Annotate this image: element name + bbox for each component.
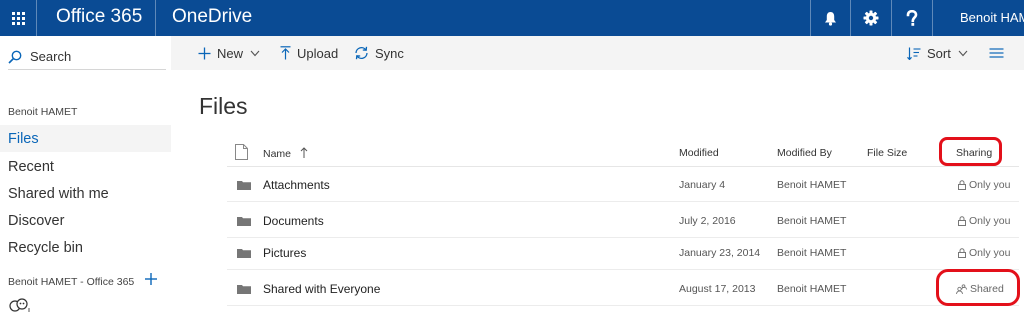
file-name[interactable]: Attachments [263, 178, 330, 192]
sharing-header-highlight [939, 137, 1002, 166]
file-row[interactable]: Attachments January 4 Benoit HAMET Only you [227, 168, 1019, 202]
header-divider [227, 166, 1019, 167]
page-title: Files [199, 93, 248, 119]
file-modified-by[interactable]: Benoit HAMET [777, 283, 846, 295]
bell-icon [824, 11, 836, 26]
nav-owner-heading: Benoit HAMET [8, 106, 78, 118]
file-name[interactable]: Shared with Everyone [263, 282, 380, 296]
divider [36, 0, 37, 36]
sort-label: Sort [927, 45, 951, 61]
folder-icon [237, 181, 251, 190]
file-row[interactable]: Pictures January 23, 2014 Benoit HAMET Only… [227, 236, 1019, 270]
file-sharing[interactable]: Only you [958, 179, 1010, 191]
column-header-name-label: Name [263, 148, 292, 160]
file-type-icon[interactable] [235, 144, 248, 160]
sync-button[interactable]: Sync [354, 36, 404, 70]
column-header-file-size[interactable]: File Size [867, 147, 907, 159]
sync-icon [355, 46, 368, 60]
divider [155, 0, 156, 36]
upload-button[interactable]: Upload [280, 36, 338, 70]
new-button[interactable]: New [198, 36, 260, 70]
file-sharing-label: Only you [969, 247, 1011, 259]
file-modified-by[interactable]: Benoit HAMET [777, 179, 846, 191]
lock-icon [958, 248, 966, 258]
settings-button[interactable] [851, 0, 891, 36]
gear-icon [863, 10, 879, 26]
chevron-down-icon [958, 50, 968, 56]
sort-icon [907, 47, 921, 60]
add-icon[interactable] [144, 272, 158, 286]
nav-item-recent[interactable]: Recent [0, 153, 171, 180]
file-row[interactable]: Documents July 2, 2016 Benoit HAMET Only yo… [227, 204, 1019, 238]
sort-ascending-icon [300, 147, 308, 158]
command-bar: New Upload Sync Sort [171, 36, 1024, 70]
help-button[interactable] [892, 0, 932, 36]
file-row[interactable]: Shared with Everyone August 17, 2013 Benoi… [227, 272, 1019, 306]
folder-icon [237, 249, 251, 258]
left-nav: Search Benoit HAMET Files Recent Shared … [0, 36, 171, 312]
nav-item-recycle-bin[interactable]: Recycle bin [0, 234, 171, 261]
file-sharing[interactable]: Only you [958, 215, 1010, 227]
file-modified: January 4 [679, 179, 726, 191]
waffle-icon [11, 11, 25, 25]
file-modified: July 2, 2016 [679, 215, 736, 227]
search-input[interactable]: Search [8, 44, 166, 70]
search-icon [8, 50, 22, 64]
nav-item-discover[interactable]: Discover [0, 207, 171, 234]
folder-icon [237, 217, 251, 226]
file-modified: January 23, 2014 [679, 247, 761, 259]
nav-item-shared-with-me[interactable]: Shared with me [0, 180, 171, 207]
group-avatar[interactable] [8, 297, 32, 312]
list-view-icon [989, 48, 1004, 58]
shared-status-highlight [936, 269, 1020, 306]
help-icon [906, 9, 918, 26]
chevron-down-icon [250, 50, 260, 56]
file-sharing-label: Only you [969, 179, 1011, 191]
file-sharing-label: Only you [969, 215, 1011, 227]
search-label: Search [30, 49, 72, 64]
user-name[interactable]: Benoit HAMET [960, 10, 1024, 25]
file-sharing[interactable]: Only you [958, 247, 1010, 259]
column-header-name[interactable]: Name [263, 147, 308, 160]
notifications-button[interactable] [810, 0, 850, 36]
file-modified-by[interactable]: Benoit HAMET [777, 247, 846, 259]
new-label: New [217, 45, 244, 61]
column-header-modified[interactable]: Modified [679, 147, 719, 159]
suite-bar: Office 365 OneDrive Benoit HAMET [0, 0, 1024, 36]
lock-icon [958, 180, 966, 190]
app-title[interactable]: OneDrive [172, 6, 252, 28]
sync-label: Sync [375, 45, 404, 61]
nav-item-files[interactable]: Files [0, 125, 171, 152]
divider [932, 0, 933, 36]
view-options-button[interactable] [989, 36, 1010, 70]
sort-button[interactable]: Sort [907, 36, 968, 70]
app-launcher-button[interactable] [0, 0, 36, 36]
upload-icon [280, 46, 291, 60]
file-name[interactable]: Pictures [263, 246, 306, 260]
file-modified-by[interactable]: Benoit HAMET [777, 215, 846, 227]
plus-icon [198, 47, 211, 59]
nav-group-heading: Benoit HAMET - Office 365 [8, 276, 135, 288]
file-name[interactable]: Documents [263, 214, 324, 228]
column-header-modified-by[interactable]: Modified By [777, 147, 832, 159]
brand-title[interactable]: Office 365 [56, 6, 142, 28]
file-modified: August 17, 2013 [679, 283, 756, 295]
lock-icon [958, 216, 966, 226]
upload-label: Upload [297, 45, 339, 61]
folder-icon [237, 285, 251, 294]
